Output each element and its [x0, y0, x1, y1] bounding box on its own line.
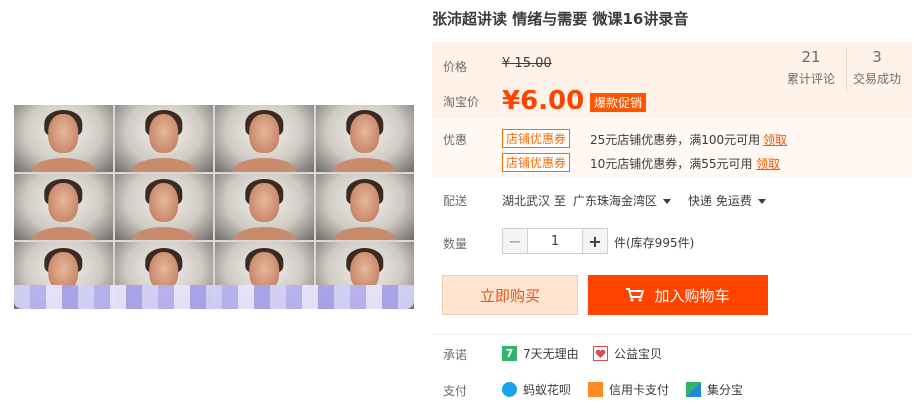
quantity-input[interactable] — [527, 229, 583, 253]
promotions-label: 优惠 — [443, 133, 468, 147]
coupon-description: 25元店铺优惠券，满100元可用 — [590, 133, 761, 147]
face-thumbnail — [215, 173, 314, 241]
claim-coupon-link[interactable]: 领取 — [756, 155, 780, 172]
coupon-tag: 店铺优惠券 — [502, 129, 571, 148]
charity-heart-icon — [593, 346, 608, 361]
payment-text: 信用卡支付 — [609, 383, 670, 397]
increase-quantity-button[interactable]: + — [583, 229, 607, 253]
promise-item-charity[interactable]: 公益宝贝 — [593, 345, 662, 362]
product-image[interactable] — [14, 105, 414, 309]
quantity-label: 数量 — [443, 237, 468, 251]
delivery-destination: 广东珠海金湾区 — [573, 194, 658, 208]
promise-text: 公益宝贝 — [614, 347, 663, 361]
shopping-cart-icon — [626, 288, 645, 302]
promo-price-value: 6.00 — [520, 86, 585, 116]
original-price-value: 15.00 — [514, 56, 552, 71]
delivery-method: 快递 免运费 — [688, 194, 752, 208]
delivery-label: 配送 — [443, 194, 468, 208]
promo-price: ¥6.00 — [502, 86, 584, 116]
delivery-origin: 湖北武汉 至 — [502, 194, 566, 208]
seven-day-return-icon: 7 — [502, 346, 517, 361]
currency-symbol: ¥ — [502, 56, 511, 71]
redaction-blur — [14, 285, 414, 309]
face-thumbnail — [114, 173, 213, 241]
chevron-down-icon — [663, 199, 672, 204]
quantity-stepper: − + — [502, 228, 608, 254]
price-label: 价格 — [443, 60, 468, 74]
credit-card-icon — [588, 382, 603, 397]
face-thumbnail — [315, 173, 414, 241]
review-count-label: 累计评论 — [786, 72, 835, 86]
face-thumbnail — [14, 105, 113, 172]
promise-item-7-day-return[interactable]: 7 7天无理由 — [502, 345, 579, 362]
review-count: 21 — [801, 48, 821, 66]
promise-label: 承诺 — [443, 348, 468, 362]
add-to-cart-label: 加入购物车 — [654, 286, 730, 305]
promo-currency-symbol: ¥ — [502, 86, 521, 116]
huabei-icon — [502, 382, 517, 397]
coupon-tag: 店铺优惠券 — [502, 153, 571, 172]
claim-coupon-link[interactable]: 领取 — [763, 131, 787, 148]
coupon-description: 10元店铺优惠券，满55元可用 — [590, 157, 753, 171]
payment-label: 支付 — [443, 384, 468, 398]
payment-text: 蚂蚁花呗 — [523, 383, 572, 397]
chevron-down-icon — [757, 199, 766, 204]
product-page: 张沛超讲读 情绪与需要 微课16讲录音 价格 ¥ 15.00 淘宝价 ¥6.00… — [0, 0, 914, 415]
delivery-destination-select[interactable]: 广东珠海金湾区 — [573, 192, 672, 209]
buy-now-button[interactable]: 立即购买 — [442, 275, 578, 315]
sales-count-stat: 3 交易成功 — [844, 48, 910, 87]
delivery-method-select[interactable]: 快递 免运费 — [688, 192, 766, 209]
sales-count: 3 — [872, 48, 882, 66]
payment-item-huabei: 蚂蚁花呗 — [502, 381, 571, 398]
promise-text: 7天无理由 — [523, 347, 579, 361]
face-thumbnail — [14, 173, 113, 241]
sales-count-label: 交易成功 — [852, 72, 901, 86]
product-title: 张沛超讲读 情绪与需要 微课16讲录音 — [432, 10, 689, 28]
face-thumbnail — [215, 105, 314, 172]
decrease-quantity-button[interactable]: − — [503, 229, 527, 253]
add-to-cart-button[interactable]: 加入购物车 — [588, 275, 768, 315]
hot-sale-badge: 爆款促销 — [590, 93, 647, 112]
stock-info: 件(库存995件) — [614, 236, 695, 250]
face-thumbnail — [315, 105, 414, 172]
jifenbao-icon — [686, 382, 701, 397]
review-count-stat[interactable]: 21 累计评论 — [778, 48, 844, 87]
payment-item-jifenbao: 集分宝 — [686, 381, 743, 398]
section-divider — [432, 334, 912, 335]
payment-text: 集分宝 — [707, 383, 744, 397]
original-price: ¥ 15.00 — [502, 56, 552, 71]
face-thumbnail — [114, 105, 213, 172]
promo-price-label: 淘宝价 — [443, 95, 480, 109]
payment-item-credit-card: 信用卡支付 — [588, 381, 669, 398]
